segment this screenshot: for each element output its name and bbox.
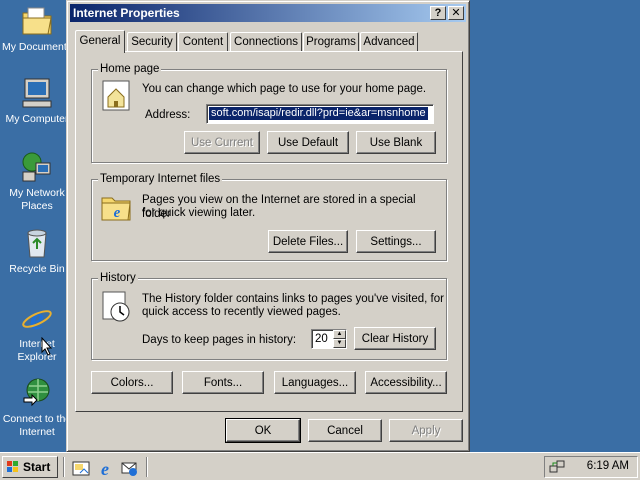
history-group: History The History folder contains link… — [91, 271, 447, 360]
desktop-icon-label: My Documents — [1, 41, 73, 53]
apply-button[interactable]: Apply — [389, 419, 463, 442]
spin-down-arrow[interactable]: ▼ — [333, 339, 346, 348]
mouse-cursor-icon — [41, 337, 53, 356]
desktop-icon-label: Connect to the Internet — [2, 413, 72, 438]
home-page-description: You can change which page to use for you… — [142, 83, 427, 95]
network-status-icon[interactable] — [549, 459, 565, 475]
colors-button[interactable]: Colors... — [91, 371, 173, 394]
clock[interactable]: 6:19 AM — [587, 460, 629, 472]
settings-button[interactable]: Settings... — [356, 230, 436, 253]
use-current-button[interactable]: Use Current — [184, 131, 260, 154]
desktop-icon-label: Recycle Bin — [9, 263, 65, 275]
desktop-icon-my-computer[interactable]: My Computer — [0, 76, 74, 126]
days-to-keep-value: 20 — [315, 333, 328, 345]
tab-general[interactable]: General — [75, 30, 125, 53]
languages-button[interactable]: Languages... — [274, 371, 356, 394]
days-to-keep-spinner[interactable]: 20 ▲ ▼ — [311, 329, 347, 349]
temporary-files-icon: e — [101, 197, 131, 221]
tab-content[interactable]: Content — [178, 32, 228, 52]
internet-properties-dialog: Internet Properties ? ✕ General Security… — [66, 0, 470, 452]
computer-icon — [22, 78, 52, 108]
accessibility-button[interactable]: Accessibility... — [365, 371, 447, 394]
tab-programs[interactable]: Programs — [303, 32, 359, 52]
start-button[interactable]: Start — [2, 456, 58, 478]
fonts-button[interactable]: Fonts... — [182, 371, 264, 394]
windows-logo-icon — [7, 461, 18, 472]
close-button[interactable]: ✕ — [448, 6, 464, 20]
use-default-button[interactable]: Use Default — [267, 131, 349, 154]
desktop-icon-internet-explorer[interactable]: e Internet Explorer — [0, 301, 74, 364]
tab-security[interactable]: Security — [127, 32, 177, 52]
connect-internet-icon — [23, 378, 50, 407]
general-tab-panel: Home page You can change which page to u… — [75, 51, 463, 412]
internet-explorer-icon: e — [22, 301, 52, 335]
desktop-icon-label: Internet Explorer — [17, 338, 57, 363]
svg-text:e: e — [101, 459, 109, 477]
days-to-keep-label: Days to keep pages in history: — [142, 334, 297, 346]
folder-documents-icon — [22, 7, 52, 35]
desktop-icon-label: My Computer — [5, 113, 69, 125]
taskbar: Start e 6:19 AM — [0, 452, 640, 480]
history-icon — [102, 291, 130, 322]
svg-text:e: e — [114, 205, 121, 221]
use-blank-button[interactable]: Use Blank — [356, 131, 436, 154]
cancel-button[interactable]: Cancel — [308, 419, 382, 442]
dialog-title: Internet Properties — [73, 6, 180, 20]
taskbar-separator — [63, 457, 65, 477]
history-description-line2: quick access to recently viewed pages. — [142, 306, 341, 318]
address-field[interactable]: soft.com/isapi/redir.dll?prd=ie&ar=msnho… — [206, 104, 434, 124]
desktop-icon-recycle-bin[interactable]: Recycle Bin — [0, 226, 74, 276]
group-title: Home page — [98, 62, 162, 76]
internet-explorer-icon[interactable]: e — [96, 459, 114, 477]
desktop-icon-connect-internet[interactable]: Connect to the Internet — [0, 376, 74, 439]
desktop-icon-label: My Network Places — [9, 187, 65, 212]
home-page-group: Home page You can change which page to u… — [91, 62, 447, 163]
title-bar[interactable]: Internet Properties ? ✕ — [70, 4, 466, 22]
tab-advanced[interactable]: Advanced — [360, 32, 418, 52]
spin-up-arrow[interactable]: ▲ — [333, 330, 346, 339]
system-tray: 6:19 AM — [544, 456, 638, 478]
temp-files-description-line2: for quick viewing later. — [142, 207, 256, 219]
clear-history-button[interactable]: Clear History — [354, 327, 436, 350]
desktop-icon-my-documents[interactable]: My Documents — [0, 4, 74, 54]
taskbar-separator — [146, 457, 148, 477]
desktop-icon-my-network-places[interactable]: My Network Places — [0, 150, 74, 213]
history-description-line1: The History folder contains links to pag… — [142, 293, 444, 305]
svg-text:e: e — [30, 301, 44, 335]
recycle-bin-icon — [27, 229, 47, 258]
tab-connections[interactable]: Connections — [230, 32, 302, 52]
address-label: Address: — [145, 109, 191, 121]
start-label: Start — [23, 460, 51, 474]
help-button[interactable]: ? — [430, 6, 446, 20]
group-title: Temporary Internet files — [98, 172, 223, 186]
network-places-icon — [22, 152, 51, 182]
address-value: soft.com/isapi/redir.dll?prd=ie&ar=msnho… — [209, 107, 428, 120]
show-desktop-icon[interactable] — [72, 459, 90, 477]
ok-button[interactable]: OK — [225, 418, 301, 443]
group-title: History — [98, 271, 138, 285]
outlook-express-icon[interactable] — [120, 459, 138, 477]
delete-files-button[interactable]: Delete Files... — [268, 230, 348, 253]
temporary-files-group: Temporary Internet files e Pages you vie… — [91, 172, 447, 261]
home-page-icon — [102, 80, 130, 111]
